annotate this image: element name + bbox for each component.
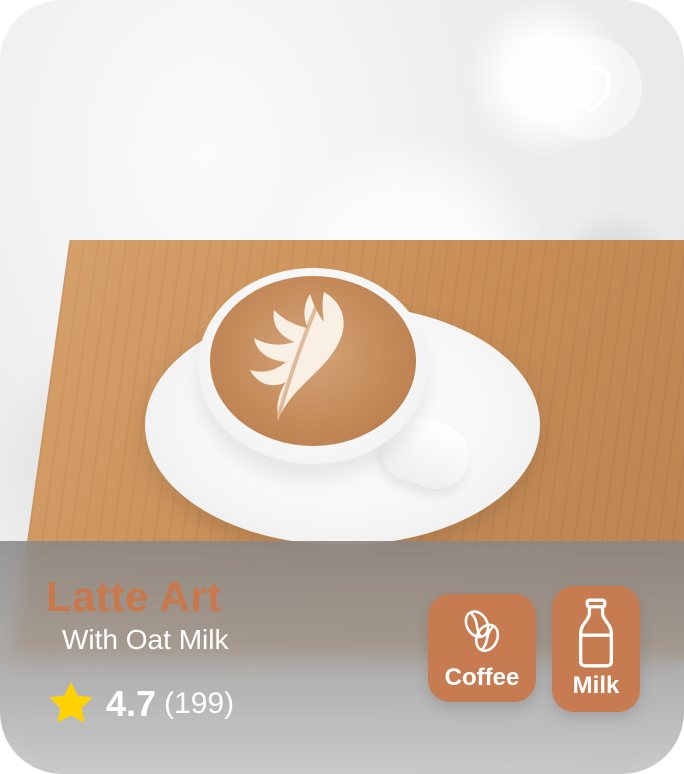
tag-milk[interactable]: Milk <box>552 586 640 712</box>
rating-value: 4.7 <box>106 683 157 724</box>
tag-milk-label: Milk <box>572 672 620 699</box>
rating: 4.7 (199) <box>44 676 234 732</box>
star-icon <box>44 677 98 731</box>
milk-bottle-icon <box>579 598 613 668</box>
product-card[interactable]: Latte Art With Oat Milk 4.7 (199) Coffee <box>0 0 684 774</box>
rating-count: (199) <box>164 687 235 720</box>
tag-coffee[interactable]: Coffee <box>428 594 536 702</box>
product-title: Latte Art <box>46 573 222 620</box>
latte-art-leaf <box>250 292 344 420</box>
product-subtitle: With Oat Milk <box>62 624 229 655</box>
favorite-button[interactable] <box>538 36 642 140</box>
heart-outline-icon <box>562 66 612 113</box>
coffee-beans-icon <box>464 610 500 652</box>
tag-coffee-label: Coffee <box>444 664 520 691</box>
